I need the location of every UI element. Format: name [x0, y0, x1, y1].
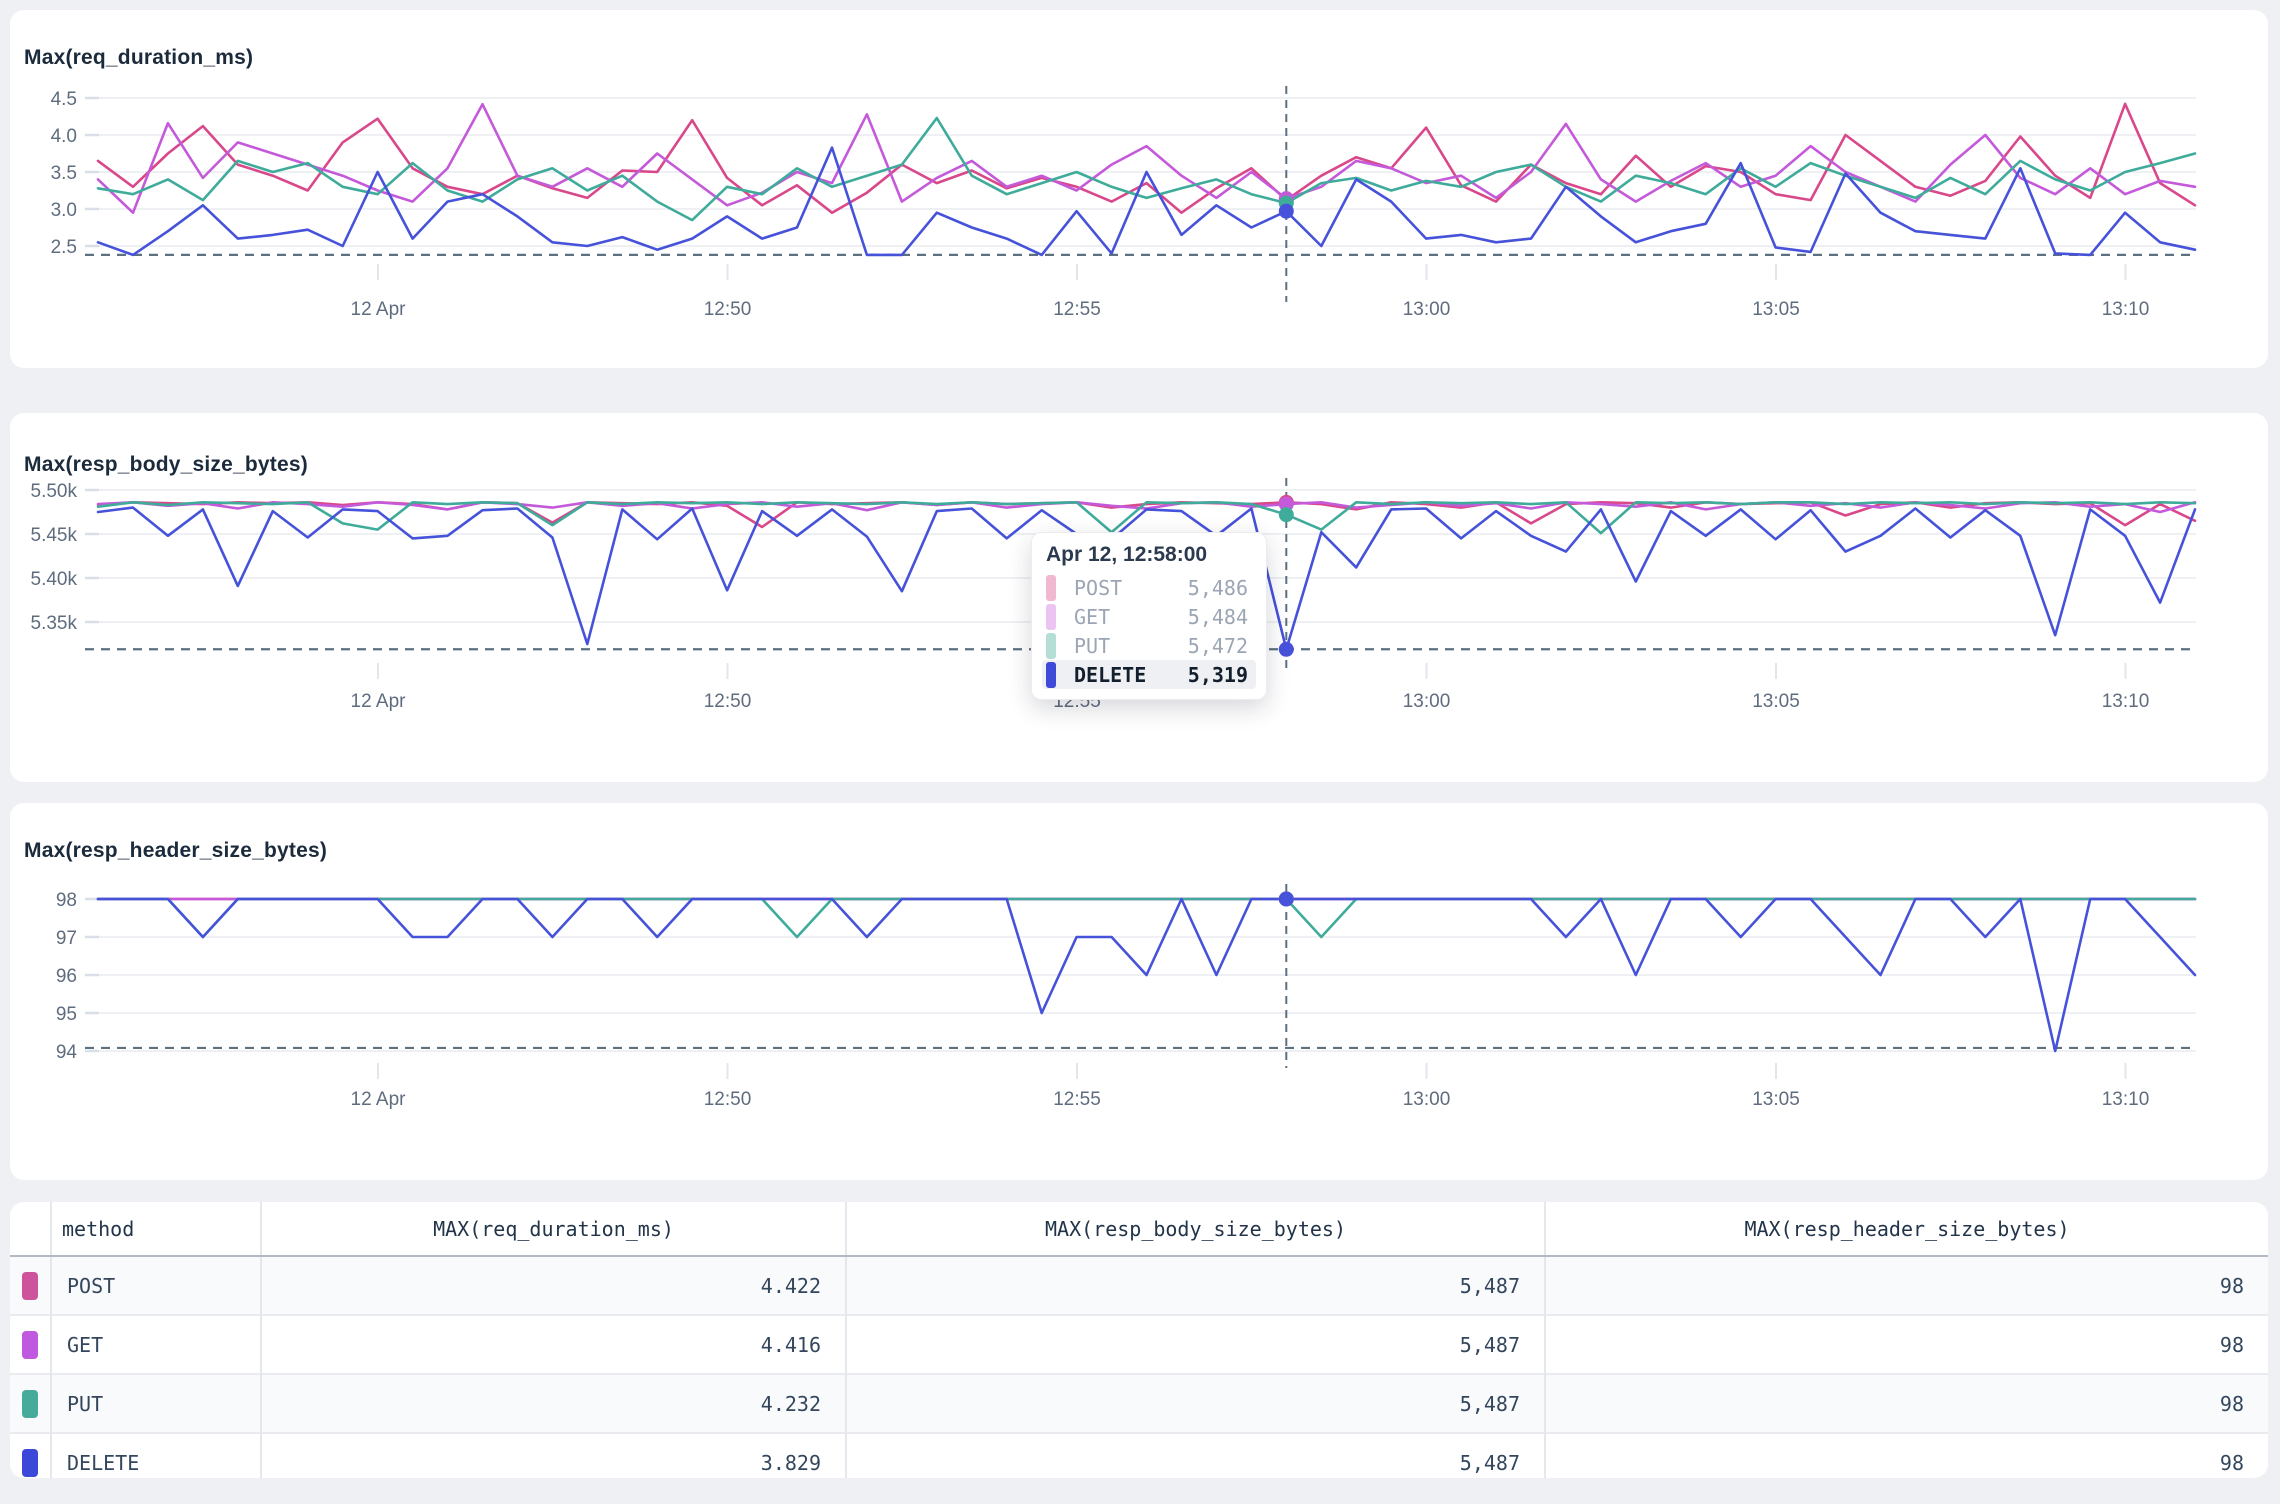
x-axis-label: 12:50 [704, 1089, 752, 1110]
x-axis-label: 13:00 [1403, 299, 1451, 320]
summary-table: method MAX(req_duration_ms) MAX(resp_bod… [10, 1202, 2268, 1478]
hover-point-put [1279, 507, 1294, 522]
series-swatch-delete [10, 1433, 51, 1478]
x-axis-label: 12 Apr [351, 1089, 407, 1110]
y-axis-label: 5.35k [31, 613, 78, 634]
x-axis-label: 13:10 [2102, 299, 2150, 320]
x-axis-label: 12:50 [704, 299, 752, 320]
hover-point-delete [1279, 642, 1294, 657]
method-cell: POST [51, 1256, 261, 1315]
series-swatch-put [1046, 633, 1056, 659]
x-axis-label: 13:10 [2102, 691, 2150, 712]
y-axis-label: 95 [56, 1004, 77, 1025]
x-axis-label: 12:55 [1053, 299, 1101, 320]
series-swatch-post [1046, 575, 1056, 601]
tooltip-label: DELETE [1074, 663, 1146, 687]
dashboard-page: { "page": { "background": "#eef0f4", "ca… [0, 0, 2280, 1504]
column-header-max-resp-header-size[interactable]: MAX(resp_header_size_bytes) [1545, 1202, 2268, 1256]
x-axis-label: 13:00 [1403, 691, 1451, 712]
x-axis-label: 13:00 [1403, 1089, 1451, 1110]
column-header-method[interactable]: method [51, 1202, 261, 1256]
method-cell: DELETE [51, 1433, 261, 1478]
y-axis-label: 97 [56, 928, 77, 949]
tooltip-timestamp: Apr 12, 12:58:00 [1046, 543, 1256, 567]
table-row-delete[interactable]: DELETE3.8295,48798 [10, 1433, 2268, 1478]
method-cell: GET [51, 1315, 261, 1374]
line-chart-req-duration[interactable]: 4.5 4.0 3.5 3.0 2.5 12 Apr 12:50 12:55 13:00 13:0… [10, 10, 2268, 368]
chart-card-req-duration: Max(req_duration_ms) 4.54.03.53.02.512 A… [10, 10, 2268, 368]
tooltip-row-post: POST 5,486 [1042, 573, 1256, 602]
y-axis-label: 98 [56, 890, 77, 911]
tooltip-row-get: GET 5,484 [1042, 602, 1256, 631]
column-header-max-req-duration[interactable]: MAX(req_duration_ms) [261, 1202, 846, 1256]
x-axis-label: 13:05 [1752, 691, 1800, 712]
x-axis-label: 13:05 [1752, 1089, 1800, 1110]
series-line-post [98, 104, 2195, 213]
chart-card-resp-header-size: Max(resp_header_size_bytes) 989796959412… [10, 803, 2268, 1180]
x-axis-label: 13:05 [1752, 299, 1800, 320]
value-cell: 5,487 [846, 1374, 1545, 1433]
y-axis-label: 5.40k [31, 569, 78, 590]
y-axis-label: 96 [56, 966, 77, 987]
y-axis-label: 94 [56, 1042, 78, 1063]
hover-point-delete [1279, 204, 1294, 219]
summary-table-card: method MAX(req_duration_ms) MAX(resp_bod… [10, 1202, 2268, 1478]
value-cell: 5,487 [846, 1433, 1545, 1478]
y-axis-label: 4.0 [51, 126, 77, 147]
x-axis-label: 12:50 [704, 691, 752, 712]
y-axis-label: 3.5 [51, 163, 77, 184]
table-row-get[interactable]: GET4.4165,48798 [10, 1315, 2268, 1374]
tooltip-row-delete: DELETE 5,319 [1042, 660, 1256, 689]
tooltip-value: 5,484 [1188, 605, 1248, 629]
value-cell: 5,487 [846, 1256, 1545, 1315]
value-cell: 98 [1545, 1256, 2268, 1315]
series-line-put [98, 899, 2195, 937]
value-cell: 98 [1545, 1315, 2268, 1374]
series-swatch-get [10, 1315, 51, 1374]
column-header-swatch [10, 1202, 51, 1256]
value-cell: 4.232 [261, 1374, 846, 1433]
line-chart-resp-header-size[interactable]: 98 97 96 95 94 12 Apr 12:50 12:55 13:00 13:05 13:1… [10, 803, 2268, 1180]
y-axis-label: 4.5 [51, 89, 77, 110]
series-swatch-get [1046, 604, 1056, 630]
table-row-put[interactable]: PUT4.2325,48798 [10, 1374, 2268, 1433]
hover-point-delete [1279, 892, 1294, 907]
tooltip-label: PUT [1074, 634, 1110, 658]
series-swatch-post [10, 1256, 51, 1315]
table-header-row: method MAX(req_duration_ms) MAX(resp_bod… [10, 1202, 2268, 1256]
value-cell: 4.416 [261, 1315, 846, 1374]
series-swatch-delete [1046, 662, 1056, 688]
x-axis-label: 13:10 [2102, 1089, 2150, 1110]
value-cell: 5,487 [846, 1315, 1545, 1374]
x-axis-label: 12:55 [1053, 1089, 1101, 1110]
chart-tooltip: Apr 12, 12:58:00 POST 5,486 GET 5,484 PU… [1031, 532, 1267, 700]
value-cell: 3.829 [261, 1433, 846, 1478]
tooltip-row-put: PUT 5,472 [1042, 631, 1256, 660]
series-line-get [98, 104, 2195, 213]
tooltip-label: POST [1074, 576, 1122, 600]
x-axis-label: 12 Apr [351, 299, 407, 320]
series-swatch-put [10, 1374, 51, 1433]
table-row-post[interactable]: POST4.4225,48798 [10, 1256, 2268, 1315]
value-cell: 98 [1545, 1374, 2268, 1433]
y-axis-label: 2.5 [51, 237, 77, 258]
y-axis-label: 5.45k [31, 525, 78, 546]
tooltip-value: 5,472 [1188, 634, 1248, 658]
column-header-max-resp-body-size[interactable]: MAX(resp_body_size_bytes) [846, 1202, 1545, 1256]
y-axis-label: 5.50k [31, 481, 78, 502]
tooltip-value: 5,486 [1188, 576, 1248, 600]
method-cell: PUT [51, 1374, 261, 1433]
tooltip-value: 5,319 [1188, 663, 1248, 687]
value-cell: 98 [1545, 1433, 2268, 1478]
y-axis-label: 3.0 [51, 200, 77, 221]
x-axis-label: 12 Apr [351, 691, 407, 712]
value-cell: 4.422 [261, 1256, 846, 1315]
tooltip-label: GET [1074, 605, 1110, 629]
